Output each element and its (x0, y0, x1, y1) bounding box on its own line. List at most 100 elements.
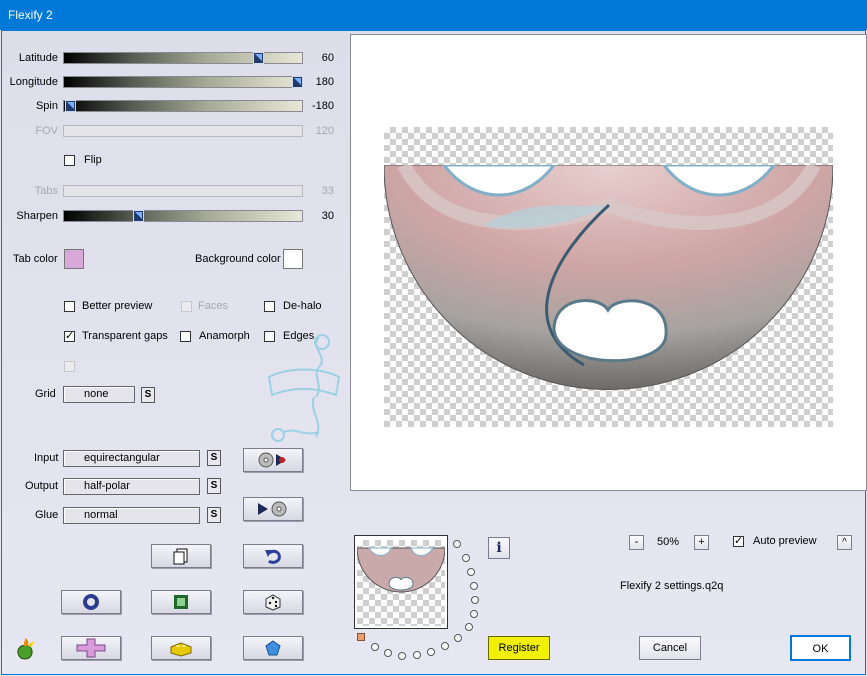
undo-icon (265, 549, 281, 564)
flip-checkbox[interactable] (64, 155, 75, 166)
info-button[interactable]: i (488, 537, 510, 559)
longitude-value: 180 (315, 76, 334, 88)
copy-icon (173, 548, 188, 565)
zoom-level: 50% (657, 536, 680, 548)
history-dot[interactable] (413, 651, 421, 659)
tabs-value: 33 (321, 185, 334, 197)
history-dot[interactable] (441, 642, 449, 650)
brick-shape-button[interactable] (151, 636, 211, 660)
tabs-label: Tabs (34, 185, 58, 197)
ring-shape-button[interactable] (61, 590, 121, 614)
tab-color-label: Tab color (13, 253, 58, 265)
random-dice-button[interactable] (243, 590, 303, 614)
grid-label: Grid (35, 388, 56, 400)
anamorph-checkbox[interactable] (180, 331, 191, 342)
navigator-marker-icon[interactable] (357, 633, 365, 641)
play-disc-icon (258, 501, 287, 517)
copy-button[interactable] (151, 544, 211, 568)
latitude-slider-thumb[interactable] (253, 52, 264, 64)
anamorph-label: Anamorph (199, 330, 250, 342)
save-preset-button[interactable] (243, 497, 303, 521)
faces-label: Faces (198, 300, 228, 312)
de-halo-checkbox[interactable] (264, 301, 275, 312)
disc-play-icon (258, 452, 286, 468)
history-dot[interactable] (371, 643, 379, 651)
history-dot[interactable] (453, 540, 461, 548)
transparent-gaps-checkbox[interactable]: ✓ (64, 331, 75, 342)
input-label: Input (34, 452, 59, 464)
cross-shape-button[interactable] (61, 636, 121, 660)
sharpen-slider-thumb[interactable] (133, 210, 144, 222)
longitude-label: Longitude (9, 76, 58, 88)
dice-icon (265, 594, 281, 611)
history-dot[interactable] (467, 568, 475, 576)
thumbnail-navigator[interactable] (354, 535, 448, 629)
flip-label: Flip (84, 154, 102, 166)
history-dot[interactable] (454, 634, 462, 642)
fov-slider (63, 125, 303, 137)
history-dot[interactable] (384, 649, 392, 657)
preview-image (384, 165, 833, 390)
longitude-slider[interactable] (63, 76, 303, 88)
output-label: Output (25, 480, 59, 492)
load-preset-button[interactable] (243, 448, 303, 472)
undo-button[interactable] (243, 544, 303, 568)
main-preview[interactable] (350, 34, 867, 491)
spin-slider[interactable] (63, 100, 303, 112)
auto-preview-label: Auto preview (753, 535, 817, 547)
pentagon-icon (265, 640, 281, 656)
grid-select[interactable]: none (63, 386, 135, 403)
thumbnail-image (357, 547, 445, 593)
brick-icon (170, 642, 192, 657)
background-color-swatch[interactable] (283, 249, 303, 269)
history-dot[interactable] (470, 610, 478, 618)
settings-filename: Flexify 2 settings.q2q (620, 580, 724, 592)
zoom-in-button[interactable]: + (694, 535, 709, 550)
tab-color-swatch[interactable] (64, 249, 84, 269)
history-dot[interactable] (398, 652, 406, 660)
frame-shape-button[interactable] (151, 590, 211, 614)
cancel-button[interactable]: Cancel (639, 636, 701, 660)
input-s-button[interactable]: S (207, 450, 221, 466)
latitude-label: Latitude (18, 52, 58, 64)
sharpen-slider[interactable] (63, 210, 303, 222)
collapse-button[interactable]: ^ (837, 535, 852, 550)
glue-s-button[interactable]: S (207, 507, 221, 523)
better-preview-label: Better preview (82, 300, 153, 312)
title-bar: Flexify 2 (0, 0, 867, 30)
faces-checkbox (181, 301, 192, 312)
auto-preview-checkbox[interactable]: ✓ (733, 536, 744, 547)
spin-value: -180 (311, 100, 334, 112)
fov-label: FOV (35, 125, 58, 137)
flaming-pear-logo (17, 638, 34, 660)
glue-label: Glue (35, 509, 59, 521)
glue-select[interactable]: normal (63, 507, 200, 524)
history-dot[interactable] (470, 582, 478, 590)
history-dot[interactable] (465, 623, 473, 631)
grid-s-button[interactable]: S (141, 387, 155, 403)
dialog-client-area: Latitude 60 Longitude 180 Spin -180 FOV … (1, 30, 867, 675)
input-projection-select[interactable]: equirectangular (63, 450, 200, 467)
ok-button[interactable]: OK (790, 635, 851, 661)
transparent-gaps-label: Transparent gaps (82, 330, 168, 342)
register-button[interactable]: Register (488, 636, 550, 660)
history-dot[interactable] (471, 596, 479, 604)
de-halo-label: De-halo (283, 300, 322, 312)
better-preview-checkbox[interactable] (64, 301, 75, 312)
latitude-slider[interactable] (63, 52, 303, 64)
ring-icon (83, 594, 99, 610)
spin-label: Spin (35, 100, 58, 112)
sharpen-label: Sharpen (16, 210, 58, 222)
sharpen-value: 30 (321, 210, 334, 222)
latitude-value: 60 (321, 52, 334, 64)
fov-value: 120 (315, 125, 334, 137)
output-projection-select[interactable]: half-polar (63, 478, 200, 495)
unlabeled-disabled-checkbox (64, 361, 75, 372)
zoom-out-button[interactable]: - (629, 535, 644, 550)
output-s-button[interactable]: S (207, 478, 221, 494)
history-dot[interactable] (427, 648, 435, 656)
watermark-logo (267, 334, 341, 442)
history-dot[interactable] (462, 554, 470, 562)
gem-shape-button[interactable] (243, 636, 303, 660)
spin-slider-thumb[interactable] (65, 100, 76, 112)
